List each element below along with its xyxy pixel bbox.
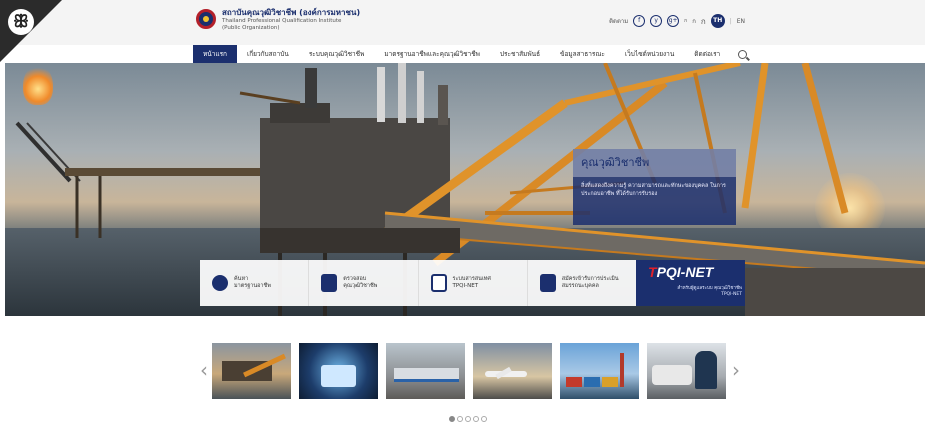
- thumbnail-port-containers[interactable]: [560, 343, 639, 399]
- mourning-ribbon-icon: ꕥ: [8, 9, 34, 35]
- service-tpqi-net[interactable]: ระบบสารสนเทศ TPQI-NET: [419, 260, 528, 306]
- thumbnail-airport[interactable]: [473, 343, 552, 399]
- service-label: ระบบสารสนเทศ TPQI-NET: [452, 276, 491, 289]
- mourning-ribbon: [0, 0, 62, 62]
- service-label: ตรวจสอบ คุณวุฒิวิชาชีพ: [343, 276, 378, 289]
- font-size-small-button[interactable]: ก: [684, 17, 687, 25]
- lang-divider: |: [729, 17, 732, 25]
- carousel-pagination: [449, 416, 487, 422]
- brand-subtitle-en: (Public Organization): [222, 25, 280, 31]
- nav-item-news[interactable]: ประชาสัมพันธ์: [490, 45, 550, 63]
- nav-item-about[interactable]: เกี่ยวกับสถาบัน: [237, 45, 299, 63]
- nav-item-public-info[interactable]: ข้อมูลสาธารณะ: [550, 45, 615, 63]
- tpqi-logo-text: PQI-NET: [656, 264, 714, 280]
- youtube-icon[interactable]: y: [650, 15, 663, 27]
- thumbnail-carousel: [212, 343, 726, 399]
- quick-services-bar: ค้นหา มาตรฐานอาชีพ ตรวจสอบ คุณวุฒิวิชาชี…: [200, 260, 636, 306]
- card-description: สิ่งที่แสดงถึงความรู้ ความสามารถและทักษะ…: [581, 183, 726, 197]
- thumbnail-skytrain[interactable]: [386, 343, 465, 399]
- site-header: ꕥ สถาบันคุณวุฒิวิชาชีพ (องค์การมหาชน) Th…: [0, 0, 925, 62]
- font-size-medium-button[interactable]: ก: [692, 16, 696, 26]
- carousel-dot-3[interactable]: [465, 416, 471, 422]
- nav-item-home[interactable]: หน้าแรก: [193, 45, 237, 63]
- nav-item-qualification-system[interactable]: ระบบคุณวุฒิวิชาชีพ: [299, 45, 375, 63]
- facebook-icon[interactable]: f: [633, 15, 646, 27]
- tpqi-net-subtitle: สำหรับผู้ดูแลระบบ คุณวุฒิวิชาชีพ TPQI-NE…: [677, 286, 742, 297]
- search-people-icon: [212, 275, 228, 291]
- form-pen-icon: [539, 274, 556, 292]
- brand-name-th: สถาบันคุณวุฒิวิชาชีพ (องค์การมหาชน): [222, 8, 361, 17]
- brand-name-en: Thailand Professional Qualification Inst…: [222, 18, 342, 24]
- service-label: สมัครเข้ารับการประเมิน สมรรถนะบุคคล: [561, 276, 619, 289]
- carousel-dot-5[interactable]: [481, 416, 487, 422]
- thumbnail-auto-mechanic[interactable]: [647, 343, 726, 399]
- institute-logo[interactable]: [196, 9, 216, 29]
- service-apply-assessment[interactable]: สมัครเข้ารับการประเมิน สมรรถนะบุคคล: [528, 260, 636, 306]
- tpqi-net-banner[interactable]: TPQI-NET สำหรับผู้ดูแลระบบ คุณวุฒิวิชาชี…: [636, 260, 745, 306]
- document-icon: [430, 274, 447, 292]
- main-nav: หน้าแรก เกี่ยวกับสถาบัน ระบบคุณวุฒิวิชาช…: [193, 45, 748, 63]
- nav-item-standards[interactable]: มาตรฐานอาชีพและคุณวุฒิวิชาชีพ: [374, 45, 490, 63]
- carousel-dot-1[interactable]: [449, 416, 455, 422]
- thumbnail-business-tablet[interactable]: [299, 343, 378, 399]
- tpqi-net-logo: TPQI-NET: [648, 264, 714, 280]
- search-icon[interactable]: [738, 49, 748, 59]
- hero-banner: คุณวุฒิวิชาชีพ สิ่งที่แสดงถึงความรู้ ควา…: [5, 63, 925, 316]
- nav-item-agency-sites[interactable]: เว็บไซต์หน่วยงาน: [615, 45, 684, 63]
- font-size-large-button[interactable]: ก: [701, 15, 706, 28]
- carousel-next-button[interactable]: ›: [732, 360, 740, 380]
- google-plus-icon[interactable]: g+: [667, 15, 680, 27]
- carousel-dot-4[interactable]: [473, 416, 479, 422]
- service-search-standards[interactable]: ค้นหา มาตรฐานอาชีพ: [200, 260, 310, 306]
- carousel-prev-button[interactable]: ‹: [200, 360, 208, 380]
- lang-en-button[interactable]: EN: [737, 18, 745, 25]
- nav-item-contact[interactable]: ติดต่อเรา: [684, 45, 730, 63]
- qualification-info-card[interactable]: คุณวุฒิวิชาชีพ สิ่งที่แสดงถึงความรู้ ควา…: [573, 149, 736, 225]
- card-title: คุณวุฒิวิชาชีพ: [573, 149, 736, 177]
- carousel-dot-2[interactable]: [457, 416, 463, 422]
- follow-label: ติดตาม: [609, 18, 629, 25]
- brand-block[interactable]: สถาบันคุณวุฒิวิชาชีพ (องค์การมหาชน) Thai…: [222, 8, 360, 32]
- person-check-icon: [321, 274, 338, 292]
- service-label: ค้นหา มาตรฐานอาชีพ: [234, 276, 271, 289]
- service-verify-qualification[interactable]: ตรวจสอบ คุณวุฒิวิชาชีพ: [309, 260, 419, 306]
- lang-th-button[interactable]: TH: [710, 14, 725, 28]
- header-tools: ติดตาม f y g+ ก ก ก TH | EN: [609, 14, 745, 28]
- thumbnail-oil-rig[interactable]: [212, 343, 291, 399]
